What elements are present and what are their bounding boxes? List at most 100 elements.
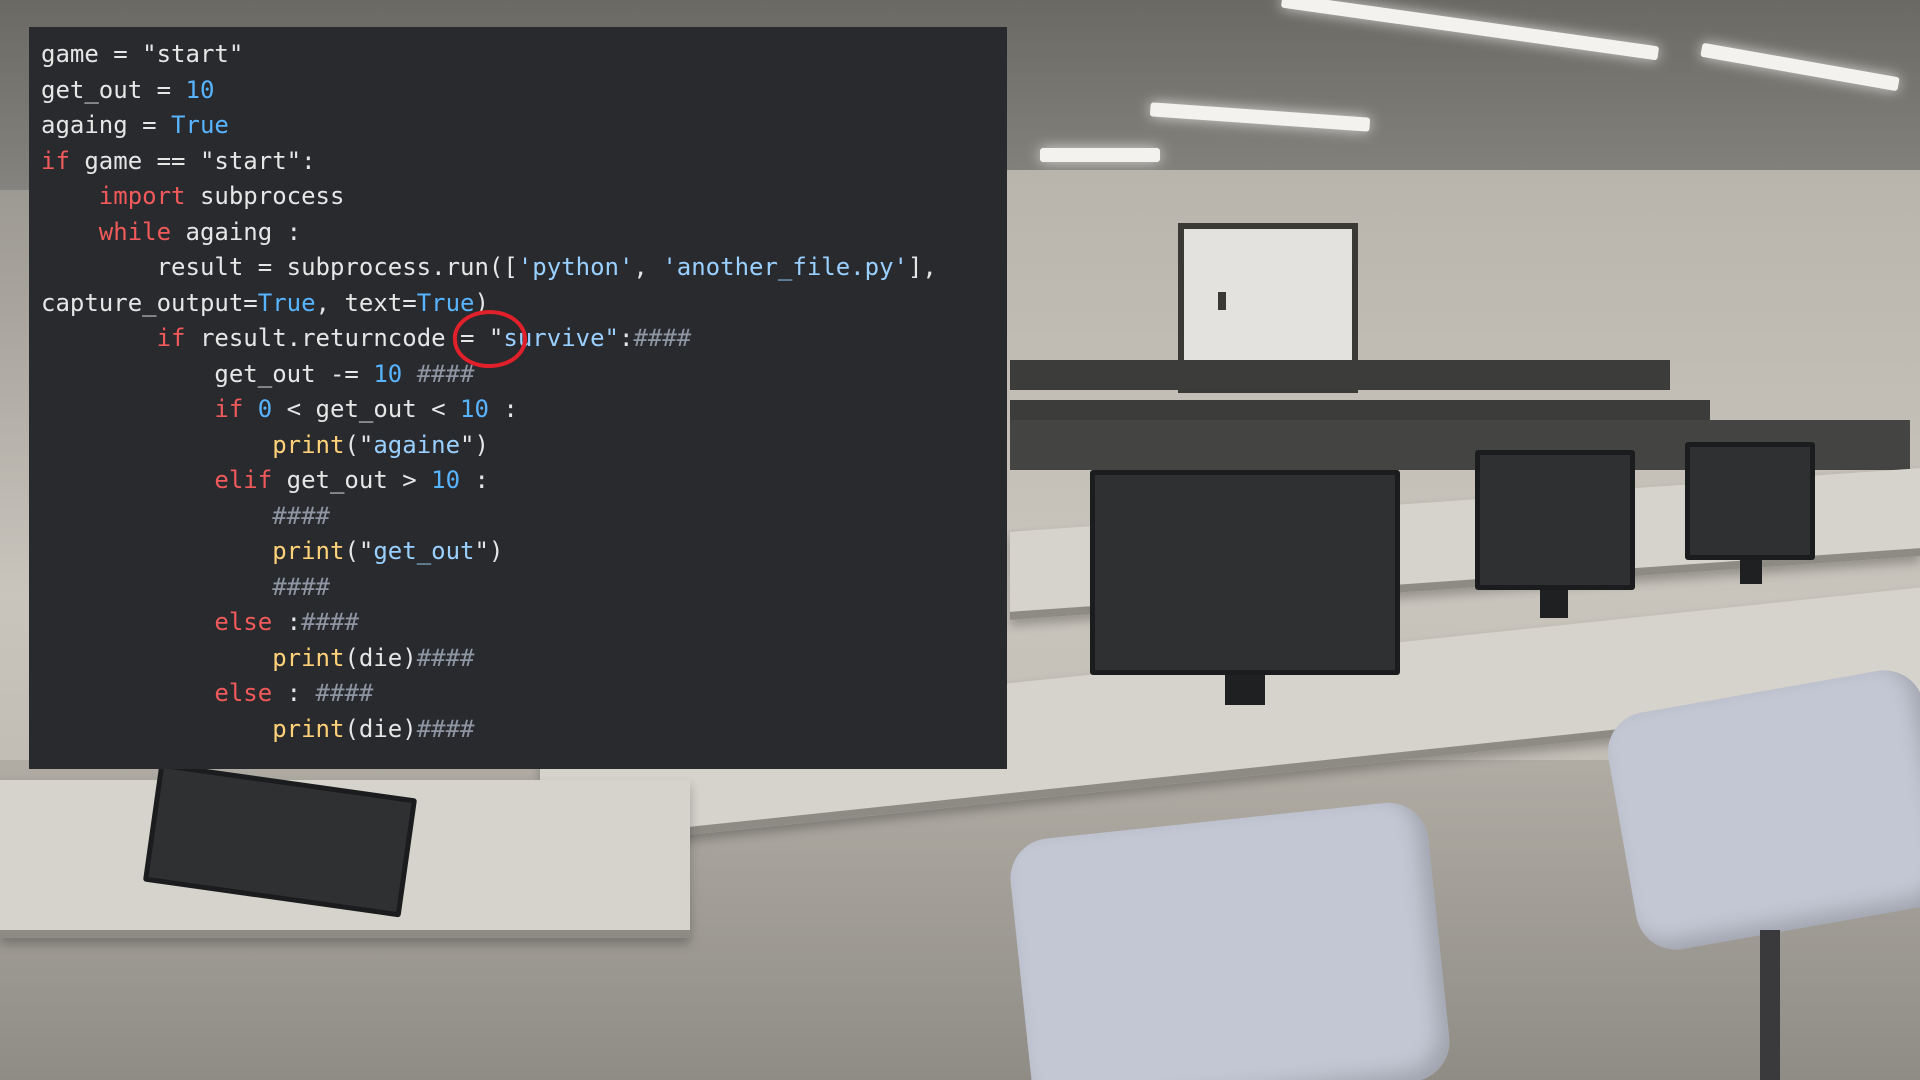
code-line: capture_output=True, text=True) [41,286,1007,322]
code-token: True [257,288,316,317]
code-line: print(die)#### [41,641,1007,677]
code-line: print(die)#### [41,712,1007,748]
code-token: else [214,608,273,636]
code-line: else : #### [41,676,1007,712]
code-token: import [98,182,186,210]
code-line: print("get_out") [41,534,1007,570]
code-token: againg : [171,217,302,246]
code-line: if 0 < get_out < 10 : [41,392,1007,428]
code-line: #### [41,570,1007,606]
code-token: 10 [431,466,461,494]
code-token: ") [474,537,504,565]
code-token: print [272,430,345,459]
code-editor-panel: game = "start" get_out = 10 againg = True i… [29,27,1007,769]
code-token: ], [907,253,937,281]
code-token: True [171,111,229,139]
monitor [1685,442,1815,560]
code-token: #### [272,572,330,601]
code-line: elif get_out > 10 : [41,463,1007,499]
code-token: while [98,217,172,246]
code-line: result = subprocess.run(['python', 'anot… [41,250,1007,286]
code-token: get_out > [272,466,432,494]
code-token: get_out = [41,75,186,104]
ceiling-light [1040,148,1160,162]
code-token: 10 [185,75,215,104]
monitor-stand [1540,590,1568,618]
code-token: againg = [41,111,172,139]
code-token: game == "start": [69,146,316,175]
code-token: if [214,395,244,423]
code-token: True [416,288,475,317]
monitor [1090,470,1400,675]
code-token: , text= [315,288,417,317]
code-token: #### [416,714,475,743]
code-token: againe [373,430,461,459]
code-token: print [272,537,345,565]
code-token: : [618,324,634,352]
code-token: subprocess [185,182,345,210]
code-token: 'another_file.py' [662,253,908,281]
code-token: #### [416,643,475,672]
desk-row [1010,360,1670,390]
code-token: print [272,714,345,743]
code-token: (die) [344,714,417,743]
code-token: 10 [373,359,403,388]
code-token: else [214,679,273,707]
code-token: #### [272,501,330,530]
code-token: : [272,679,316,707]
code-token: get_out [373,537,475,565]
code-token: #### [315,679,374,707]
chair [1006,798,1454,1080]
code-token: 'python' [517,253,634,281]
screenshot-stage: game = "start" get_out = 10 againg = True i… [0,0,1920,1080]
code-line: game = "start" [41,37,1007,73]
code-token: : [272,608,302,636]
code-token: result = subprocess.run([ [41,253,518,281]
code-token: game = [41,40,143,68]
code-line: #### [41,499,1007,535]
code-token: 0 [257,395,273,423]
code-token: get_out -= [41,359,374,388]
monitor-stand [1225,675,1265,705]
code-line: get_out -= 10 #### [41,357,1007,393]
code-token: "start" [142,40,244,68]
code-line: print("againe") [41,428,1007,464]
code-line: if game == "start": [41,144,1007,180]
code-token: (" [344,537,374,565]
code-token: 10 [460,395,489,423]
code-token: (die) [344,643,417,672]
door-handle [1218,292,1226,310]
code-token: capture_output= [41,288,258,317]
code-line: while againg : [41,215,1007,251]
code-line: get_out = 10 [41,73,1007,109]
code-token: print [272,643,345,672]
monitor [1475,450,1635,590]
chair-base [1760,930,1780,1080]
code-token: #### [402,359,475,388]
monitor-stand [1740,560,1762,584]
code-token: : [488,395,518,423]
code-token: #### [633,324,692,352]
code-token: ") [460,430,489,459]
code-line: import subprocess [41,179,1007,215]
code-token: < get_out < [272,395,461,423]
code-token: elif [214,466,273,494]
code-token: if [41,146,70,175]
code-token: if [156,324,186,352]
code-line: againg = True [41,108,1007,144]
code-line: else :#### [41,605,1007,641]
code-token: #### [301,608,359,636]
